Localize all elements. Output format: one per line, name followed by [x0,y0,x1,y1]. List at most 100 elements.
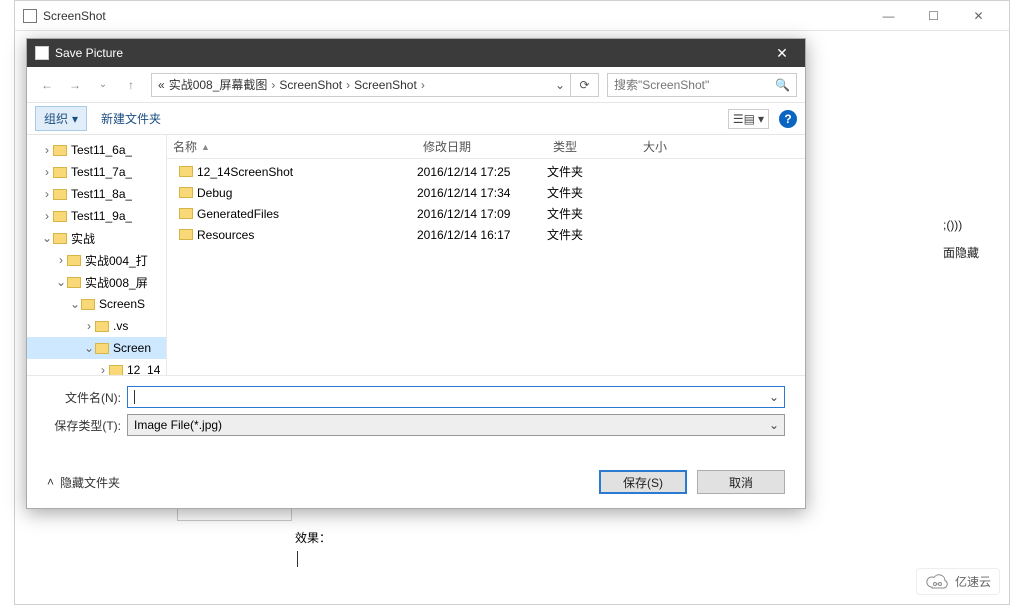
tree-label: .vs [113,319,128,333]
folder-icon [53,233,67,244]
list-item[interactable]: GeneratedFiles2016/12/14 17:09文件夹 [167,203,805,224]
tree-toggle-icon[interactable]: › [41,187,53,201]
breadcrumb[interactable]: « 实战008_屏幕截图› ScreenShot› ScreenShot› ⌄ … [151,73,599,97]
tree-label: Test11_9a_ [71,209,132,223]
refresh-icon[interactable]: ⟳ [570,74,598,96]
tree-label: Screen [113,341,151,355]
help-icon[interactable]: ? [779,110,797,128]
list-item[interactable]: Debug2016/12/14 17:34文件夹 [167,182,805,203]
tree-toggle-icon[interactable]: ⌄ [41,231,53,245]
column-date[interactable]: 修改日期 [417,138,547,155]
folder-icon [95,321,109,332]
view-icon: ☰▤ [733,112,755,126]
tree-item[interactable]: › Test11_8a_ [27,183,166,205]
dialog-close-icon[interactable]: ✕ [767,45,797,62]
nav-forward-icon[interactable]: → [63,73,87,97]
tree-item[interactable]: ›Test11_6a_ [27,139,166,161]
nav-up-icon[interactable]: ↑ [119,73,143,97]
crumb-1[interactable]: 实战008_屏幕截图 [167,76,270,93]
tree-label: 实战004_打 [85,252,148,269]
folder-icon [67,277,81,288]
crumb-3[interactable]: ScreenShot [352,78,419,92]
tree-label: Test11_7a_ [71,165,132,179]
folder-icon [109,365,123,376]
filetype-select[interactable]: Image File(*.jpg) ⌄ [127,414,785,436]
folder-icon [95,343,109,354]
new-folder-button[interactable]: 新建文件夹 [101,110,161,127]
view-options-button[interactable]: ☰▤▾ [728,109,769,129]
nav-back-icon[interactable]: ← [35,73,59,97]
app-title: ScreenShot [43,9,106,23]
cancel-button[interactable]: 取消 [697,470,785,494]
bg-caption: 效果： [295,529,331,567]
cloud-icon [925,574,949,590]
column-type[interactable]: 类型 [547,138,637,155]
file-type: 文件夹 [547,226,637,243]
crumb-dropdown-icon[interactable]: ⌄ [550,78,570,92]
tree-toggle-icon[interactable]: ⌄ [69,297,81,311]
tree-item[interactable]: › 12_14 [27,359,166,375]
tree-item[interactable]: ⌄ 实战008_屏 [27,271,166,293]
tree-toggle-icon[interactable]: › [41,209,53,223]
chevron-down-icon[interactable]: ⌄ [766,418,782,432]
folder-icon [67,255,81,266]
list-header[interactable]: 名称▲ 修改日期 类型 大小 [167,135,805,159]
chevron-down-icon[interactable]: ⌄ [766,390,782,404]
crumb-root[interactable]: « [156,78,167,92]
search-icon[interactable]: 🔍 [775,78,790,92]
list-item[interactable]: 12_14ScreenShot2016/12/14 17:25文件夹 [167,161,805,182]
chevron-right-icon[interactable]: › [269,78,277,92]
tree-item[interactable]: ⌄ScreenS [27,293,166,315]
tree-toggle-icon[interactable]: ⌄ [55,275,67,289]
nav-recent-icon[interactable]: ⌄ [91,73,115,97]
filename-label: 文件名(N): [47,389,127,406]
tree-item[interactable]: ⌄ Screen [27,337,166,359]
tree-toggle-icon[interactable]: › [41,165,53,179]
tree-label: Test11_8a_ [71,187,132,201]
dialog-titlebar[interactable]: Save Picture ✕ [27,39,805,67]
tree-toggle-icon[interactable]: › [97,363,109,375]
tree-toggle-icon[interactable]: › [55,253,67,267]
file-type: 文件夹 [547,184,637,201]
folder-tree[interactable]: ›Test11_6a_›Test11_7a_›Test11_8a_›Test11… [27,135,167,375]
dialog-title: Save Picture [55,46,123,60]
close-button[interactable]: ✕ [956,2,1001,30]
tree-item[interactable]: › .vs [27,315,166,337]
chevron-up-icon: ˄ [47,475,54,489]
tree-toggle-icon[interactable]: › [41,143,53,157]
chevron-down-icon: ▾ [758,112,764,126]
folder-icon [53,211,67,222]
list-item[interactable]: Resources2016/12/14 16:17文件夹 [167,224,805,245]
tree-item[interactable]: › Test11_7a_ [27,161,166,183]
organize-button[interactable]: 组织▾ [35,106,87,131]
chevron-right-icon[interactable]: › [419,78,427,92]
file-list[interactable]: 名称▲ 修改日期 类型 大小 12_14ScreenShot2016/12/14… [167,135,805,375]
minimize-button[interactable]: — [866,2,911,30]
search-box[interactable]: 🔍 [607,73,797,97]
hide-folders-toggle[interactable]: ˄ 隐藏文件夹 [47,474,120,491]
maximize-button[interactable]: ☐ [911,2,956,30]
filetype-label: 保存类型(T): [47,417,127,434]
save-dialog: Save Picture ✕ ← → ⌄ ↑ « 实战008_屏幕截图› Scr… [26,38,806,509]
bg-code-fragment: ;())) 面隐藏 [943,211,979,267]
tree-label: 实战008_屏 [85,274,148,291]
column-size[interactable]: 大小 [637,138,707,155]
tree-item[interactable]: › 实战004_打 [27,249,166,271]
crumb-2[interactable]: ScreenShot [277,78,344,92]
tree-item[interactable]: › Test11_9a_ [27,205,166,227]
folder-icon [53,145,67,156]
file-type: 文件夹 [547,163,637,180]
file-type: 文件夹 [547,205,637,222]
save-button[interactable]: 保存(S) [599,470,687,494]
search-input[interactable] [614,78,775,92]
chevron-right-icon[interactable]: › [344,78,352,92]
tree-toggle-icon[interactable]: ⌄ [83,341,95,355]
filename-input[interactable]: ⌄ [127,386,785,408]
tree-toggle-icon[interactable]: › [83,319,95,333]
column-name[interactable]: 名称▲ [167,138,417,155]
dialog-fields: 文件名(N): ⌄ 保存类型(T): Image File(*.jpg) ⌄ [27,375,805,450]
dialog-icon [35,46,49,60]
folder-icon [53,189,67,200]
tree-item[interactable]: ⌄实战 [27,227,166,249]
tree-label: 12_14 [127,363,160,375]
